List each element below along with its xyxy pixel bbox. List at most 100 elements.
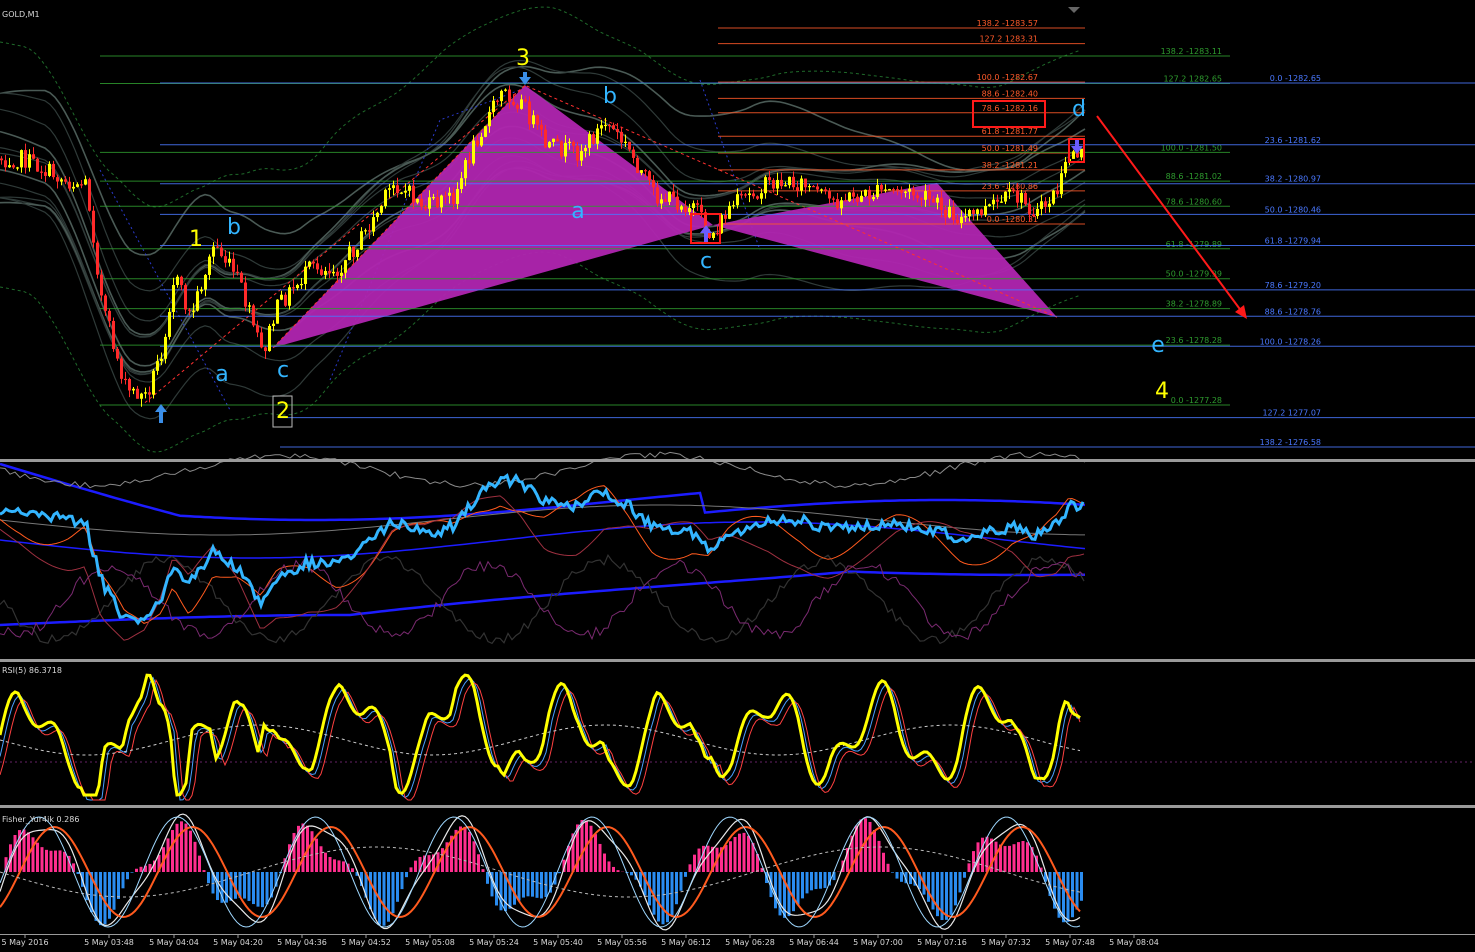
candle-bear bbox=[928, 191, 931, 199]
candle-bull bbox=[72, 187, 75, 189]
candle-bull bbox=[984, 206, 987, 215]
wave-label: a bbox=[571, 199, 584, 224]
candle-bear bbox=[744, 194, 747, 195]
candle-bull bbox=[228, 259, 231, 263]
candle-bull bbox=[492, 101, 495, 112]
candle-bear bbox=[188, 310, 191, 311]
fib-level-label: 88.6 -1282.40 bbox=[982, 89, 1038, 98]
time-axis-label: 5 May 08:04 bbox=[1109, 938, 1159, 947]
time-axis-label: 5 May 07:32 bbox=[981, 938, 1031, 947]
candle-bear bbox=[540, 125, 543, 130]
fisher-bar-positive bbox=[464, 827, 467, 872]
candle-bear bbox=[852, 192, 855, 196]
candle-bear bbox=[68, 182, 71, 189]
candle-bear bbox=[892, 189, 895, 190]
candle-bull bbox=[248, 305, 251, 306]
candle-bear bbox=[724, 215, 727, 219]
candle-bull bbox=[808, 186, 811, 187]
fisher-bar-positive bbox=[738, 834, 741, 872]
candle-bull bbox=[760, 193, 763, 199]
fisher-bar-negative bbox=[117, 872, 120, 899]
candle-bull bbox=[172, 285, 175, 312]
candle-bull bbox=[356, 250, 359, 257]
wave-label: e bbox=[1151, 333, 1165, 358]
candle-bear bbox=[104, 295, 107, 310]
candle-bull bbox=[268, 326, 271, 351]
time-axis-label: 5 May 07:48 bbox=[1045, 938, 1095, 947]
candle-bull bbox=[160, 359, 163, 361]
fib-level-label: 78.6 -1279.20 bbox=[1265, 281, 1321, 290]
fib-level-label: 0.0 -1280.31 bbox=[987, 215, 1038, 224]
candle-bear bbox=[804, 179, 807, 188]
fisher-bar-positive bbox=[59, 850, 62, 872]
fisher-bar-positive bbox=[594, 834, 597, 872]
panel-divider[interactable] bbox=[0, 805, 1475, 808]
fisher-bar-negative bbox=[815, 872, 818, 889]
fib-level-label: 50.0 -1280.46 bbox=[1265, 205, 1321, 214]
candle-bull bbox=[888, 189, 891, 190]
time-axis-label: 5 May 05:56 bbox=[597, 938, 647, 947]
fisher-bar-negative bbox=[522, 872, 525, 898]
candle-bear bbox=[972, 210, 975, 214]
candle-bear bbox=[768, 177, 771, 180]
candle-bear bbox=[628, 142, 631, 150]
candle-bear bbox=[772, 180, 775, 188]
time-axis-line bbox=[0, 934, 1475, 935]
fisher-bar-positive bbox=[171, 830, 174, 872]
fisher-bar-positive bbox=[1017, 842, 1020, 872]
candle-bear bbox=[80, 184, 83, 185]
candle-bear bbox=[940, 198, 943, 210]
candle-bear bbox=[120, 359, 123, 379]
candle-bull bbox=[848, 192, 851, 201]
candle-bull bbox=[624, 142, 627, 143]
candle-bear bbox=[524, 99, 527, 101]
candle-bull bbox=[688, 208, 691, 212]
fisher-bar-negative bbox=[810, 872, 813, 890]
candle-bear bbox=[52, 164, 55, 177]
candle-bear bbox=[636, 158, 639, 173]
fisher-bar-negative bbox=[1071, 872, 1074, 917]
fib-level-label: 127.2 1282.65 bbox=[1163, 75, 1222, 84]
candle-bear bbox=[648, 171, 651, 180]
candle-bear bbox=[592, 134, 595, 144]
fisher-bar-negative bbox=[806, 872, 809, 893]
candle-bear bbox=[64, 179, 67, 181]
candle-bear bbox=[752, 193, 755, 196]
fib-level-label: 88.6 -1281.02 bbox=[1166, 172, 1222, 181]
candle-bear bbox=[24, 150, 27, 168]
panel-divider[interactable] bbox=[0, 659, 1475, 662]
candle-bull bbox=[1008, 189, 1011, 191]
fisher-bar-negative bbox=[945, 872, 948, 920]
candle-bear bbox=[796, 187, 799, 190]
fisher-bar-negative bbox=[113, 872, 116, 910]
candle-bull bbox=[1060, 173, 1063, 194]
fisher-bar-positive bbox=[1026, 842, 1029, 872]
fisher-bar-negative bbox=[99, 872, 102, 925]
fisher-bar-negative bbox=[126, 872, 129, 879]
candle-bear bbox=[92, 211, 95, 243]
fisher-bar-positive bbox=[1013, 844, 1016, 872]
fisher-bar-positive bbox=[590, 826, 593, 872]
panel-divider[interactable] bbox=[0, 459, 1475, 462]
fib-level-label: 78.6 -1280.60 bbox=[1166, 197, 1222, 206]
time-axis-label: 5 May 2016 bbox=[1, 938, 48, 947]
fib-level-label: 127.2 1277.07 bbox=[1262, 409, 1321, 418]
candle-bull bbox=[76, 184, 79, 187]
candle-bear bbox=[536, 115, 539, 124]
fisher-bar-positive bbox=[603, 854, 606, 872]
fisher-bar-positive bbox=[747, 836, 750, 872]
candle-bull bbox=[28, 154, 31, 167]
fisher-bar-negative bbox=[252, 872, 255, 904]
chart-canvas[interactable]: 138.2 -1283.57127.2 1283.31100.0 -1282.6… bbox=[0, 0, 1475, 948]
fib-level-label: 38.2 -1280.97 bbox=[1265, 175, 1321, 184]
candle-bear bbox=[256, 325, 259, 332]
wave-label: 4 bbox=[1155, 379, 1169, 404]
candle-bull bbox=[748, 193, 751, 195]
fisher-bar-negative bbox=[954, 872, 957, 905]
candle-bear bbox=[544, 130, 547, 148]
fisher-bar-negative bbox=[792, 872, 795, 911]
fisher-bar-positive bbox=[968, 863, 971, 872]
candle-bear bbox=[664, 199, 667, 202]
candle-bear bbox=[284, 295, 287, 306]
candle-bear bbox=[1028, 204, 1031, 214]
